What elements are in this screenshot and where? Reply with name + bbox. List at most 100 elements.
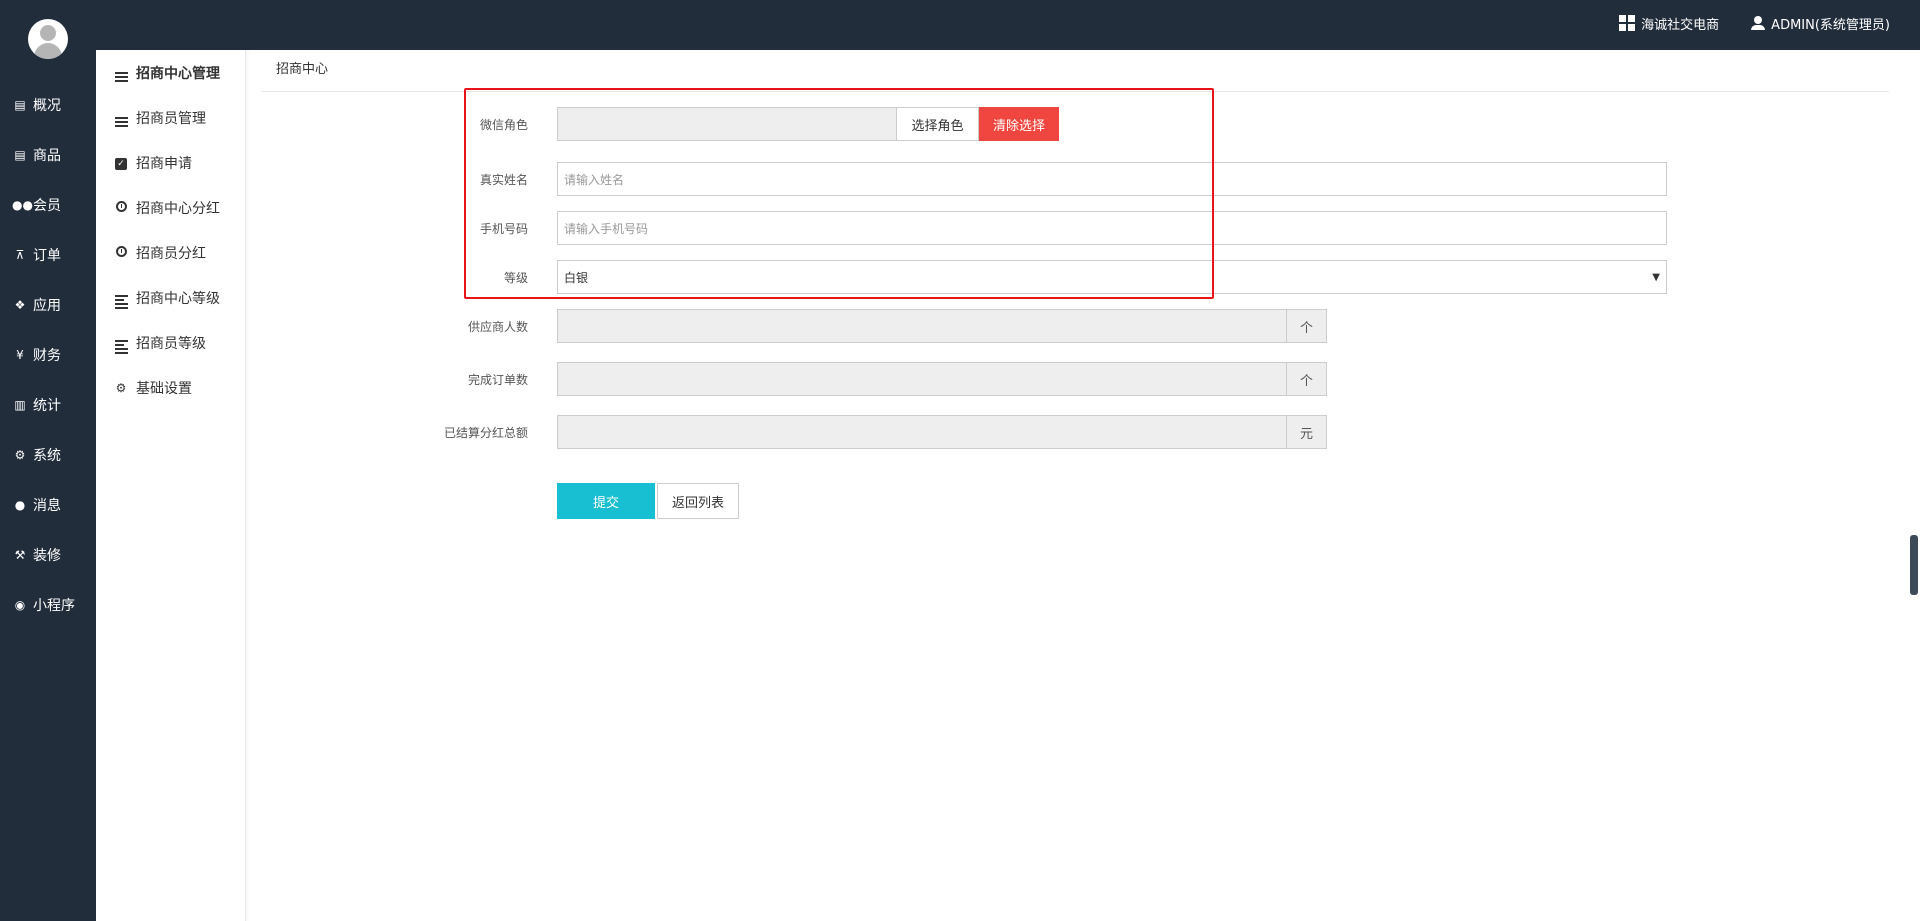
nav-item-products[interactable]: ▤ 商品 <box>0 130 96 180</box>
submenu-label: 招商员管理 <box>136 110 206 127</box>
form-row-real-name: 真实姓名 请输入姓名 <box>440 162 1667 196</box>
bar-chart-icon: ▥ <box>14 398 26 412</box>
nav-item-label: 应用 <box>33 298 61 314</box>
submenu-label: 招商员等级 <box>136 335 206 352</box>
nav-item-orders[interactable]: ⊼ 订单 <box>0 230 96 280</box>
gears-icon: ⚙ <box>115 380 127 395</box>
gears-icon: ⚙ <box>14 448 26 462</box>
level-select[interactable]: 白银 ▼ <box>557 260 1667 294</box>
level-selected-value: 白银 <box>564 270 589 285</box>
align-left-icon <box>114 331 128 354</box>
align-left-icon <box>114 286 128 309</box>
nav-item-label: 消息 <box>33 498 61 514</box>
main-nav: ▤ 概况 ▤ 商品 ●● 会员 ⊼ 订单 ❖ 应用 ¥ 财务 ▥ 统计 ⚙ 系统 ● 消息 ⚒ 装修… <box>0 80 96 630</box>
order-count-label: 完成订单数 <box>467 372 528 387</box>
real-name-label: 真实姓名 <box>479 172 528 187</box>
submenu-item-staff-management[interactable]: 招商员管理 <box>96 95 245 140</box>
cubes-icon: ❖ <box>14 298 26 312</box>
top-right-menu: 海诚社交电商 ADMIN(系统管理员) <box>1619 0 1890 46</box>
main-sidebar: ▤ 概况 ▤ 商品 ●● 会员 ⊼ 订单 ❖ 应用 ¥ 财务 ▥ 统计 ⚙ 系统 ● 消息 ⚒ 装修… <box>0 0 96 921</box>
form-row-supplier-count: 供应商人数 个 <box>440 309 1327 343</box>
nav-item-label: 订单 <box>33 248 61 264</box>
submenu-label: 招商中心分红 <box>136 200 220 217</box>
clear-selection-button[interactable]: 清除选择 <box>979 107 1059 141</box>
form-row-phone: 手机号码 请输入手机号码 <box>440 211 1667 245</box>
dashboard-icon <box>1619 15 1636 31</box>
wechat-icon: ◉ <box>14 598 26 612</box>
breadcrumb: 招商中心 <box>276 62 329 77</box>
user-icon <box>1751 16 1766 30</box>
submenu-item-center-level[interactable]: 招商中心等级 <box>96 275 245 320</box>
back-to-list-button[interactable]: 返回列表 <box>657 483 739 519</box>
level-label: 等级 <box>503 270 528 285</box>
cart-icon: ⊼ <box>15 248 25 262</box>
nav-item-finance[interactable]: ¥ 财务 <box>0 330 96 380</box>
user-name: ADMIN(系统管理员) <box>1771 17 1890 33</box>
order-count-unit: 个 <box>1287 362 1327 396</box>
list-icon <box>114 108 128 127</box>
supplier-count-label: 供应商人数 <box>467 319 528 334</box>
phone-label: 手机号码 <box>479 221 528 236</box>
form-row-level: 等级 白银 ▼ <box>440 260 1667 294</box>
form-actions: 提交 返回列表 <box>557 483 739 519</box>
select-role-button[interactable]: 选择角色 <box>897 107 979 141</box>
nav-item-system[interactable]: ⚙ 系统 <box>0 430 96 480</box>
scrollbar-track[interactable] <box>1903 50 1920 921</box>
clock-icon <box>114 200 128 215</box>
submenu-item-center-dividend[interactable]: 招商中心分红 <box>96 185 245 230</box>
wechat-role-label: 微信角色 <box>479 117 528 132</box>
submenu-label: 招商申请 <box>136 155 192 172</box>
submit-button[interactable]: 提交 <box>557 483 655 519</box>
wechat-role-field[interactable] <box>557 107 897 141</box>
nav-item-label: 会员 <box>33 198 61 214</box>
submenu-label: 基础设置 <box>136 380 192 397</box>
sub-menu: 招商中心管理 招商员管理 ✓ 招商申请 招商中心分红 招商员分红 招商中心等级 招… <box>96 50 246 921</box>
submenu-item-applications[interactable]: ✓ 招商申请 <box>96 140 245 185</box>
clock-icon <box>114 245 128 260</box>
settled-dividend-field[interactable] <box>557 415 1287 449</box>
nav-item-label: 小程序 <box>33 598 75 614</box>
archive-icon: ▤ <box>14 98 26 112</box>
form-row-order-count: 完成订单数 个 <box>440 362 1327 396</box>
check-square-icon: ✓ <box>114 155 128 170</box>
gavel-icon: ⚒ <box>14 548 26 562</box>
submenu-label: 招商中心管理 <box>136 65 220 82</box>
supplier-count-unit: 个 <box>1287 309 1327 343</box>
users-icon: ●● <box>12 198 33 212</box>
nav-item-label: 系统 <box>33 448 61 464</box>
nav-item-label: 财务 <box>33 348 61 364</box>
nav-item-miniprogram[interactable]: ◉ 小程序 <box>0 580 96 630</box>
submenu-item-staff-dividend[interactable]: 招商员分红 <box>96 230 245 275</box>
caret-down-icon: ▼ <box>1652 271 1660 283</box>
nav-item-label: 装修 <box>33 548 61 564</box>
submenu-label: 招商员分红 <box>136 245 206 262</box>
submenu-item-basic-settings[interactable]: ⚙ 基础设置 <box>96 365 245 410</box>
nav-item-label: 概况 <box>33 98 61 114</box>
nav-item-label: 商品 <box>33 148 61 164</box>
submenu-item-staff-level[interactable]: 招商员等级 <box>96 320 245 365</box>
settled-dividend-label: 已结算分红总额 <box>443 425 528 440</box>
nav-item-members[interactable]: ●● 会员 <box>0 180 96 230</box>
top-bar: 海诚社交电商 ADMIN(系统管理员) <box>96 0 1920 50</box>
shop-switch[interactable]: 海诚社交电商 <box>1619 14 1719 33</box>
form-row-settled-dividend: 已结算分红总额 元 <box>440 415 1327 449</box>
nav-item-stats[interactable]: ▥ 统计 <box>0 380 96 430</box>
real-name-input[interactable]: 请输入姓名 <box>557 162 1667 196</box>
nav-item-apps[interactable]: ❖ 应用 <box>0 280 96 330</box>
user-menu[interactable]: ADMIN(系统管理员) <box>1751 14 1890 33</box>
submenu-item-center-management[interactable]: 招商中心管理 <box>96 50 245 95</box>
nav-item-label: 统计 <box>33 398 61 414</box>
order-count-field[interactable] <box>557 362 1287 396</box>
nav-item-decoration[interactable]: ⚒ 装修 <box>0 530 96 580</box>
shop-name: 海诚社交电商 <box>1641 17 1720 33</box>
nav-item-messages[interactable]: ● 消息 <box>0 480 96 530</box>
avatar[interactable] <box>28 19 68 59</box>
supplier-count-field[interactable] <box>557 309 1287 343</box>
list-icon <box>114 63 128 82</box>
phone-input[interactable]: 请输入手机号码 <box>557 211 1667 245</box>
scrollbar-thumb[interactable] <box>1910 535 1918 595</box>
submenu-label: 招商中心等级 <box>136 290 220 307</box>
form-row-wechat-role: 微信角色 选择角色 清除选择 <box>440 107 1059 141</box>
breadcrumb-bar: 招商中心 <box>262 50 1889 92</box>
nav-item-overview[interactable]: ▤ 概况 <box>0 80 96 130</box>
